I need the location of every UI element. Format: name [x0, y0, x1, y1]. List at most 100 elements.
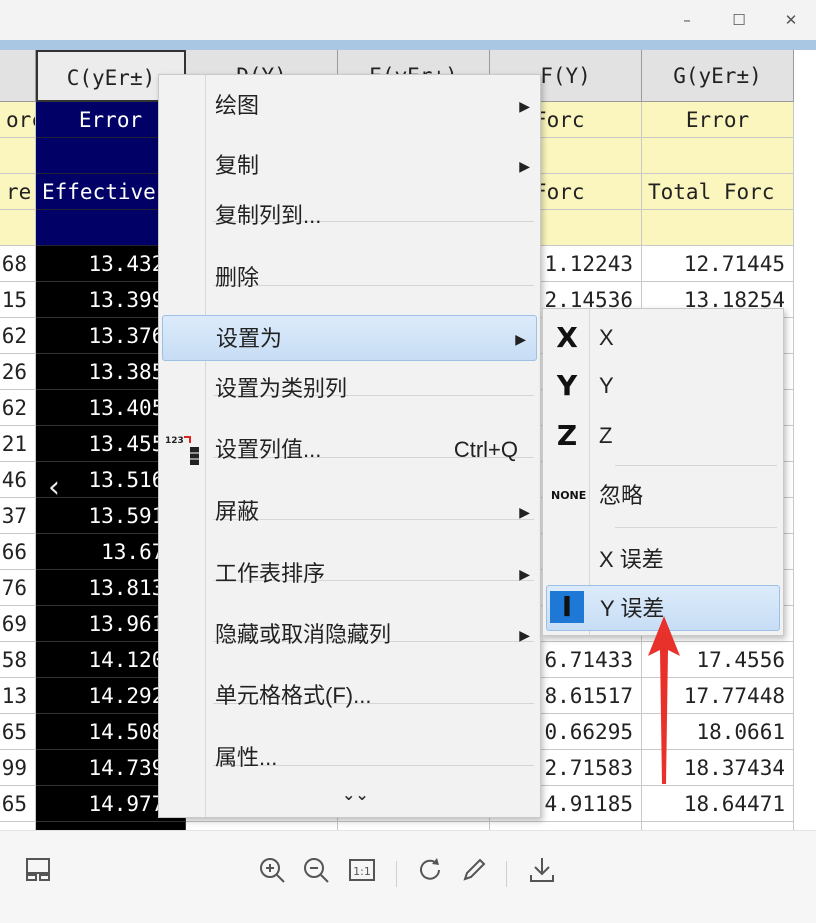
viewer-toolbar: 1:1 [0, 830, 816, 923]
submenu-item[interactable]: XX [543, 315, 783, 361]
long-name-cell[interactable]: orc [0, 102, 36, 138]
set-as-submenu: X X Y Y Z Z NONE 忽略 X 误差 I Y 误差 [542, 308, 784, 636]
accent-strip [0, 40, 816, 50]
submenu-arrow-icon: ▶ [515, 331, 526, 347]
data-cell[interactable]: 13 [0, 678, 36, 714]
menu-item-label: 设置为类别列 [215, 376, 348, 401]
menu-item[interactable]: 屏蔽 ▶ [159, 489, 540, 535]
menu-item[interactable]: 设置列值... Ctrl+Q 123 [159, 427, 540, 473]
data-cell[interactable]: 65 [0, 714, 36, 750]
data-cell[interactable]: 99 [0, 750, 36, 786]
menu-item-label: 设置为 [216, 326, 283, 351]
long-name-cell[interactable]: Error [642, 102, 794, 138]
column-header-g[interactable]: G(yEr±) [642, 50, 794, 102]
minimize-button[interactable]: – [672, 6, 702, 34]
red-arrow-annotation [648, 616, 680, 784]
data-cell[interactable]: 76 [0, 570, 36, 606]
menu-item-label: 设置列值... [215, 437, 322, 462]
zoom-out-icon[interactable] [300, 855, 332, 887]
formula-cell[interactable] [642, 210, 794, 246]
menu-separator [615, 465, 777, 466]
menu-item[interactable]: 复制 ▶ [159, 143, 540, 189]
x-error-icon [551, 544, 583, 576]
submenu-item[interactable]: NONE 忽略 [543, 473, 783, 519]
menu-item[interactable]: 设置为类别列 [159, 366, 540, 412]
units-cell[interactable] [0, 138, 36, 174]
actual-size-icon[interactable]: 1:1 [346, 855, 378, 887]
formula-cell[interactable] [0, 210, 36, 246]
data-cell[interactable]: 26 [0, 354, 36, 390]
data-cell[interactable] [338, 822, 490, 830]
set-column-values-icon: 123 [163, 433, 203, 467]
menu-separator [615, 527, 777, 528]
menu-item[interactable]: 删除 [159, 255, 540, 301]
submenu-arrow-icon: ▶ [519, 627, 530, 643]
zoom-in-icon[interactable] [256, 855, 288, 887]
menu-shortcut: Ctrl+Q [453, 437, 518, 462]
download-icon[interactable] [526, 855, 558, 887]
maximize-button[interactable]: ☐ [724, 6, 754, 34]
edit-pencil-icon[interactable] [458, 855, 490, 887]
comments-cell[interactable]: Total Forc [642, 174, 794, 210]
rotate-icon[interactable] [414, 855, 446, 887]
x-axis-icon: X [556, 321, 578, 354]
expand-more-icon[interactable]: ⌄⌄ [342, 785, 369, 804]
data-cell[interactable]: 15 [0, 282, 36, 318]
toolbar-divider [506, 861, 507, 887]
units-cell[interactable] [642, 138, 794, 174]
context-menu: 绘图 ▶ 复制 ▶ 复制列到... 删除 设置为 ▶ 设置为类别列 设置列值... Ctrl+Q 12… [158, 74, 541, 818]
submenu-arrow-icon: ▶ [519, 98, 530, 114]
data-cell[interactable] [490, 822, 642, 830]
submenu-item-label: X [599, 325, 614, 350]
menu-item-label: 屏蔽 [215, 499, 260, 524]
data-cell[interactable] [36, 822, 186, 830]
data-cell[interactable]: 68 [0, 246, 36, 282]
data-cell[interactable]: 46 [0, 462, 36, 498]
data-cell[interactable]: 66 [0, 534, 36, 570]
data-cell[interactable]: 65 [0, 786, 36, 822]
data-cell[interactable]: 69 [0, 606, 36, 642]
submenu-item-label: 忽略 [599, 483, 644, 508]
menu-item[interactable]: 工作表排序 ▶ [159, 551, 540, 597]
column-header-b[interactable] [0, 50, 36, 102]
data-cell[interactable]: 58 [0, 642, 36, 678]
close-button[interactable]: ✕ [776, 6, 806, 34]
data-cell[interactable]: 62 [0, 318, 36, 354]
menu-item[interactable]: 绘图 ▶ [159, 83, 540, 129]
menu-item[interactable]: 复制列到... [159, 193, 540, 239]
thumbnail-panel-icon[interactable] [22, 855, 54, 887]
menu-item[interactable]: 单元格格式(F)... [159, 673, 540, 719]
svg-text:123: 123 [165, 436, 184, 446]
submenu-arrow-icon: ▶ [519, 566, 530, 582]
menu-item-label: 复制列到... [215, 203, 322, 228]
none-icon: NONE [551, 489, 587, 502]
data-cell[interactable]: 37 [0, 498, 36, 534]
menu-item-label: 工作表排序 [215, 561, 326, 586]
toolbar-divider [396, 861, 397, 887]
submenu-item-label: Y [599, 373, 614, 398]
data-cell[interactable] [0, 822, 36, 830]
submenu-item[interactable]: X 误差 [543, 537, 783, 583]
y-error-icon: I [550, 591, 584, 623]
menu-item-label: 复制 [215, 153, 260, 178]
data-cell[interactable]: 62 [0, 390, 36, 426]
scroll-left-icon[interactable]: ‹ [48, 470, 60, 505]
menu-item-label: 绘图 [215, 93, 260, 118]
z-axis-icon: Z [556, 419, 578, 452]
menu-item[interactable]: 隐藏或取消隐藏列 ▶ [159, 612, 540, 658]
menu-item[interactable]: 属性... [159, 735, 540, 781]
menu-item-label: 单元格格式(F)... [215, 683, 372, 708]
data-cell[interactable] [642, 822, 794, 830]
menu-item-label: 隐藏或取消隐藏列 [215, 622, 392, 647]
menu-item[interactable]: 设置为 ▶ [162, 315, 537, 361]
data-cell[interactable] [186, 822, 338, 830]
submenu-item[interactable]: YY [543, 363, 783, 409]
data-cell[interactable]: 21 [0, 426, 36, 462]
submenu-item[interactable]: ZZ [543, 413, 783, 459]
menu-item-label: 删除 [215, 265, 260, 290]
data-cell[interactable]: 18.64471 [642, 786, 794, 822]
data-cell[interactable]: 12.71445 [642, 246, 794, 282]
menu-item-label: 属性... [215, 745, 278, 770]
comments-cell[interactable]: re [0, 174, 36, 210]
y-axis-icon: Y [556, 369, 578, 402]
